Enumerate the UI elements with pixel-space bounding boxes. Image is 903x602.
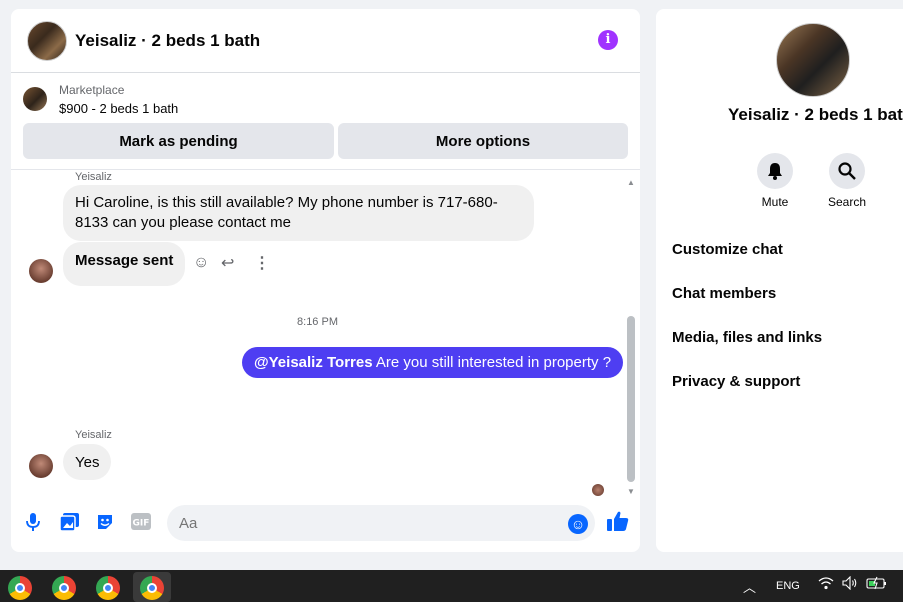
sender-avatar[interactable] bbox=[29, 259, 53, 283]
incoming-message[interactable]: Yes bbox=[63, 444, 112, 480]
gif-icon[interactable]: GIF bbox=[131, 513, 151, 533]
language-indicator[interactable]: ENG bbox=[776, 580, 800, 592]
sender-avatar[interactable] bbox=[29, 454, 53, 478]
photo-icon[interactable] bbox=[58, 513, 79, 533]
chat-panel: Yeisaliz · 2 beds 1 bath i Marketplace $… bbox=[11, 9, 640, 552]
chat-avatar[interactable] bbox=[27, 20, 67, 61]
sticker-icon[interactable] bbox=[95, 513, 115, 533]
media-files-links-item[interactable]: Media, files and links bbox=[672, 329, 822, 346]
mark-as-pending-button[interactable]: Mark as pending bbox=[23, 123, 334, 159]
chrome-app-icon[interactable] bbox=[140, 576, 164, 600]
scroll-up-icon[interactable]: ▲ bbox=[626, 178, 636, 187]
incoming-message[interactable]: Message sent bbox=[63, 242, 186, 286]
conversation-title: Yeisaliz · 2 beds 1 bath bbox=[728, 105, 903, 124]
incoming-message[interactable]: Hi Caroline, is this still available? My… bbox=[63, 185, 534, 241]
scrollbar-thumb[interactable] bbox=[627, 316, 635, 482]
chrome-app-icon[interactable] bbox=[96, 576, 120, 600]
react-icon[interactable]: ☺ bbox=[193, 254, 209, 272]
sender-name: Yeisaliz bbox=[75, 171, 112, 183]
svg-text:GIF: GIF bbox=[133, 519, 150, 529]
emoji-icon[interactable]: ☺ bbox=[568, 514, 588, 534]
search-label: Search bbox=[827, 195, 867, 209]
search-button[interactable] bbox=[829, 153, 865, 189]
message-list: Yeisaliz Hi Caroline, is this still avai… bbox=[11, 170, 640, 496]
privacy-support-item[interactable]: Privacy & support bbox=[672, 373, 800, 390]
outgoing-message-text: Are you still interested in property ? bbox=[372, 354, 612, 371]
battery-icon[interactable] bbox=[866, 576, 888, 593]
listing-actions: Mark as pending More options bbox=[23, 123, 628, 159]
mute-button[interactable] bbox=[757, 153, 793, 189]
marketplace-label: Marketplace bbox=[59, 83, 125, 97]
like-icon[interactable] bbox=[607, 511, 629, 537]
taskbar: ︿ ENG bbox=[0, 570, 903, 602]
seen-avatar bbox=[592, 484, 604, 496]
outgoing-message[interactable]: @Yeisaliz Torres Are you still intereste… bbox=[242, 347, 624, 378]
listing-thumbnail[interactable] bbox=[23, 87, 47, 111]
reply-icon[interactable]: ↩ bbox=[221, 253, 234, 273]
mute-label: Mute bbox=[761, 195, 789, 209]
search-icon bbox=[838, 162, 856, 180]
customize-chat-item[interactable]: Customize chat bbox=[672, 241, 783, 258]
bell-icon bbox=[768, 163, 782, 180]
chat-title[interactable]: Yeisaliz · 2 beds 1 bath bbox=[75, 31, 260, 51]
composer: GIF ☺ bbox=[11, 503, 640, 543]
conversation-info-panel: Yeisaliz · 2 beds 1 bath Mute Search Cus… bbox=[656, 9, 903, 552]
mention-tag[interactable]: @Yeisaliz Torres bbox=[254, 354, 373, 371]
more-options-button[interactable]: More options bbox=[338, 123, 628, 159]
microphone-icon[interactable] bbox=[23, 513, 43, 533]
more-actions-icon[interactable]: ⋮ bbox=[254, 253, 270, 273]
message-timestamp: 8:16 PM bbox=[297, 316, 338, 328]
listing-price[interactable]: $900 - 2 beds 1 bath bbox=[59, 101, 178, 116]
info-icon[interactable]: i bbox=[598, 30, 618, 50]
scrollbar[interactable]: ▲ ▼ bbox=[626, 178, 636, 496]
wifi-icon[interactable] bbox=[818, 576, 834, 593]
volume-icon[interactable] bbox=[842, 575, 858, 593]
chat-header: Yeisaliz · 2 beds 1 bath i bbox=[11, 9, 640, 73]
chat-members-item[interactable]: Chat members bbox=[672, 285, 776, 302]
conversation-avatar[interactable] bbox=[776, 23, 850, 97]
message-input[interactable] bbox=[167, 505, 595, 541]
scroll-down-icon[interactable]: ▼ bbox=[626, 487, 636, 496]
chrome-app-icon[interactable] bbox=[52, 576, 76, 600]
chrome-app-icon[interactable] bbox=[8, 576, 32, 600]
chevron-up-icon[interactable]: ︿ bbox=[743, 577, 756, 596]
sender-name: Yeisaliz bbox=[75, 429, 112, 441]
